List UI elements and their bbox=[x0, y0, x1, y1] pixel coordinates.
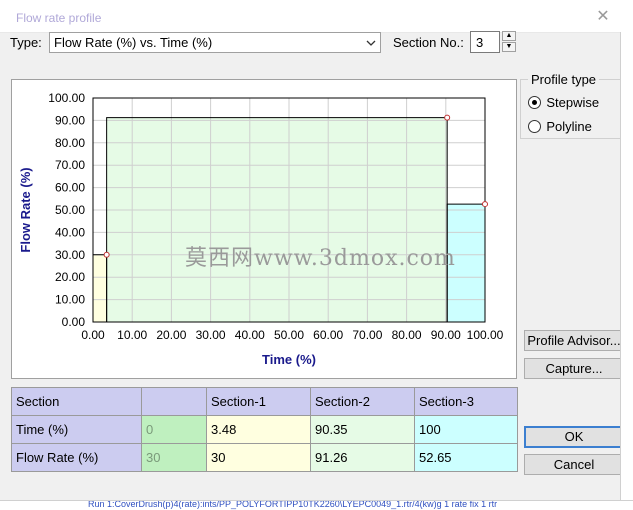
y-tick-label: 0.00 bbox=[62, 315, 86, 329]
flow-rate-chart: 0.00 10.00 20.00 30.00 40.00 50.00 60.00 70.00 8… bbox=[18, 91, 504, 367]
table-cell[interactable]: 30 bbox=[206, 443, 311, 472]
table-header-row: Section Section-1 Section-2 Section-3 bbox=[11, 387, 518, 416]
header-cell: Section-2 bbox=[310, 387, 415, 416]
capture-button[interactable]: Capture... bbox=[524, 358, 624, 379]
profile-advisor-button[interactable]: Profile Advisor... bbox=[524, 330, 624, 351]
table-row: Flow Rate (%) 30 30 91.26 52.65 bbox=[11, 443, 518, 472]
table-cell: 30 bbox=[141, 443, 207, 472]
section-fill-1 bbox=[93, 254, 107, 322]
x-tick-label: 90.00 bbox=[431, 328, 461, 342]
y-tick-label: 90.00 bbox=[55, 113, 85, 127]
cancel-button[interactable]: Cancel bbox=[524, 454, 624, 475]
type-label: Type: bbox=[10, 35, 42, 50]
section-no-value: 3 bbox=[476, 35, 484, 50]
x-tick-label: 30.00 bbox=[196, 328, 226, 342]
polyline-label: Polyline bbox=[546, 119, 592, 135]
header-cell bbox=[141, 387, 207, 416]
x-tick-label: 10.00 bbox=[117, 328, 147, 342]
x-axis-label: Time (%) bbox=[262, 352, 316, 367]
x-tick-label: 20.00 bbox=[156, 328, 186, 342]
section-no-label: Section No.: bbox=[393, 35, 464, 50]
header-cell: Section bbox=[11, 387, 142, 416]
background-link: Run 1:CoverDrush(p)4(rate):ints/PP_POLYF… bbox=[88, 500, 498, 509]
section-no-input[interactable]: 3 bbox=[470, 31, 500, 53]
x-tick-label: 50.00 bbox=[274, 328, 304, 342]
y-tick-label: 40.00 bbox=[55, 225, 85, 239]
y-axis-label: Flow Rate (%) bbox=[18, 167, 33, 252]
x-tick-label: 40.00 bbox=[235, 328, 265, 342]
row-label: Flow Rate (%) bbox=[11, 443, 142, 472]
x-tick-label: 100.00 bbox=[467, 328, 504, 342]
stepwise-radio[interactable] bbox=[528, 96, 541, 110]
y-tick-label: 10.00 bbox=[55, 293, 85, 307]
row-label: Time (%) bbox=[11, 415, 142, 444]
watermark-text: 莫西网www.3dmox.com bbox=[185, 246, 456, 271]
spin-down-icon[interactable]: ▼ bbox=[502, 42, 516, 52]
table-cell[interactable]: 3.48 bbox=[206, 415, 311, 444]
stepwise-option[interactable]: Stepwise bbox=[528, 95, 599, 110]
ok-button[interactable]: OK bbox=[524, 426, 624, 448]
section-no-spinner[interactable]: ▲ ▼ bbox=[502, 31, 517, 53]
chevron-down-icon bbox=[366, 40, 376, 46]
y-tick-label: 50.00 bbox=[55, 203, 85, 217]
x-tick-label: 60.00 bbox=[313, 328, 343, 342]
type-select[interactable]: Flow Rate (%) vs. Time (%) bbox=[49, 32, 381, 53]
y-tick-label: 20.00 bbox=[55, 270, 85, 284]
table-cell[interactable]: 91.26 bbox=[310, 443, 415, 472]
table-cell[interactable]: 90.35 bbox=[310, 415, 415, 444]
chart-panel: 0.00 10.00 20.00 30.00 40.00 50.00 60.00 70.00 8… bbox=[11, 79, 517, 379]
y-tick-label: 60.00 bbox=[55, 181, 85, 195]
data-point bbox=[444, 114, 451, 121]
table-cell: 0 bbox=[141, 415, 207, 444]
y-tick-label: 70.00 bbox=[55, 158, 85, 172]
x-tick-label: 0.00 bbox=[81, 328, 105, 342]
background-window-edge bbox=[620, 32, 633, 509]
polyline-radio[interactable] bbox=[528, 120, 541, 134]
table-row: Time (%) 0 3.48 90.35 100 bbox=[11, 415, 518, 444]
header-cell: Section-1 bbox=[206, 387, 311, 416]
y-tick-label: 30.00 bbox=[55, 248, 85, 262]
x-tick-label: 80.00 bbox=[392, 328, 422, 342]
window-title: Flow rate profile bbox=[16, 11, 102, 25]
data-point bbox=[482, 201, 488, 208]
x-tick-label: 70.00 bbox=[352, 328, 382, 342]
header-cell: Section-3 bbox=[414, 387, 518, 416]
data-point bbox=[103, 251, 110, 258]
table-cell[interactable]: 52.65 bbox=[414, 443, 518, 472]
stepwise-label: Stepwise bbox=[546, 95, 600, 111]
polyline-option[interactable]: Polyline bbox=[528, 119, 592, 134]
y-tick-label: 80.00 bbox=[55, 136, 85, 150]
spin-up-icon[interactable]: ▲ bbox=[502, 31, 516, 41]
profile-type-legend: Profile type bbox=[528, 72, 600, 87]
close-icon[interactable]: ✕ bbox=[596, 9, 610, 25]
section-fill-2 bbox=[106, 117, 448, 322]
type-select-value: Flow Rate (%) vs. Time (%) bbox=[54, 35, 213, 50]
section-table: Section Section-1 Section-2 Section-3 Ti… bbox=[11, 387, 518, 472]
table-cell[interactable]: 100 bbox=[414, 415, 518, 444]
y-tick-label: 100.00 bbox=[48, 91, 85, 105]
